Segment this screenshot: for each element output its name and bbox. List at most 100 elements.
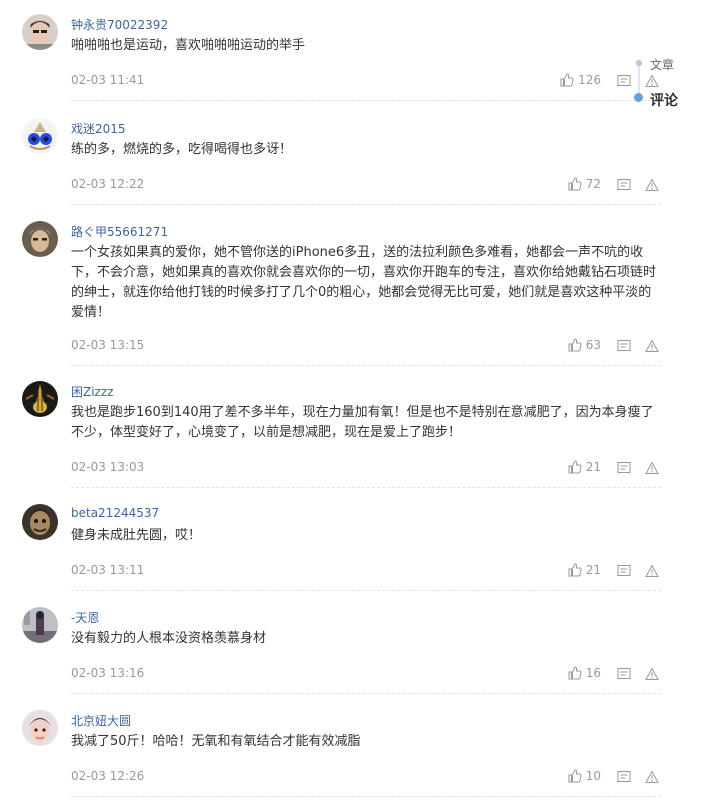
avatar-photo-icon: [22, 221, 58, 257]
like-button[interactable]: 72: [568, 175, 601, 193]
username[interactable]: 戏迷2015: [71, 120, 126, 137]
comment-text: 我也是跑步160到140用了差不多半年，现在力量加有氧！但是也不是特别在意减肥了…: [71, 405, 654, 440]
timestamp: 02-03 13:16: [71, 666, 145, 680]
reply-button[interactable]: [617, 769, 631, 788]
username[interactable]: 北京妞大圆: [71, 712, 131, 729]
thumbs-up-icon: [568, 666, 582, 680]
avatar[interactable]: [22, 607, 58, 643]
comment-item: 路ぐ甲55661271 一个女孩如果真的爱你，她不管你送的iPhone6多丑，送…: [0, 221, 665, 366]
like-count: 72: [585, 177, 601, 191]
comment-icon: [617, 462, 631, 473]
side-nav-line: [638, 63, 640, 97]
warning-icon: [645, 461, 659, 474]
comment-item: 北京妞大圆 我减了50斤！哈哈！无氧和有氧结合才能有效减脂 02-03 12:2…: [0, 710, 665, 797]
thumbs-up-icon: [568, 563, 582, 577]
like-count: 10: [585, 769, 601, 783]
warning-icon: [645, 667, 659, 680]
username[interactable]: 困Zizzz: [71, 383, 113, 400]
comment-meta: 02-03 13:11 21: [71, 561, 661, 591]
comment-meta: 02-03 12:26 10: [71, 767, 661, 797]
thumbs-up-icon: [568, 338, 582, 352]
comment-text: 健身未成肚先圆，哎！: [71, 528, 202, 543]
comment-meta: 02-03 11:41 126: [71, 71, 661, 101]
comment-icon: [617, 340, 631, 351]
report-button[interactable]: [645, 563, 659, 582]
comment-text: 练的多，燃烧的多，吃得喝得也多讶！: [71, 142, 293, 157]
timestamp: 02-03 11:41: [71, 73, 145, 87]
comment-icon: [617, 75, 631, 86]
username[interactable]: -天恩: [71, 609, 99, 626]
comment-icon: [617, 179, 631, 190]
comment-meta: 02-03 12:22 72: [71, 175, 661, 205]
comment-item: 钟永贵70022392 啪啪啪也是运动，喜欢啪啪啪运动的举手 02-03 11:…: [0, 14, 665, 101]
like-count: 21: [585, 563, 601, 577]
username[interactable]: 钟永贵70022392: [71, 16, 168, 33]
comment-meta: 02-03 13:15 63: [71, 336, 661, 366]
thumbs-up-icon: [568, 769, 582, 783]
report-button[interactable]: [645, 338, 659, 357]
reply-button[interactable]: [617, 563, 631, 582]
avatar-photo-icon: [22, 607, 58, 643]
reply-button[interactable]: [617, 73, 631, 92]
like-button[interactable]: 10: [568, 767, 601, 785]
username[interactable]: 路ぐ甲55661271: [71, 223, 168, 240]
avatar-photo-icon: [22, 710, 58, 746]
report-button[interactable]: [645, 177, 659, 196]
comment-item: beta21244537 健身未成肚先圆，哎！ 02-03 13:11 21: [0, 504, 665, 591]
report-button[interactable]: [645, 769, 659, 788]
username[interactable]: beta21244537: [71, 506, 159, 520]
like-button[interactable]: 21: [568, 458, 601, 476]
comment-icon: [617, 668, 631, 679]
timestamp: 02-03 12:22: [71, 177, 145, 191]
avatar[interactable]: [22, 710, 58, 746]
like-button[interactable]: 126: [560, 71, 601, 89]
comment-item: 困Zizzz 我也是跑步160到140用了差不多半年，现在力量加有氧！但是也不是…: [0, 381, 665, 488]
comment-text: 一个女孩如果真的爱你，她不管你送的iPhone6多丑，送的法拉利颜色多难看，她都…: [71, 245, 657, 320]
comment-item: -天恩 没有毅力的人根本没资格羡慕身材 02-03 13:16 16: [0, 607, 665, 694]
avatar[interactable]: [22, 504, 58, 540]
avatar[interactable]: [22, 118, 58, 154]
timestamp: 02-03 12:26: [71, 769, 145, 783]
thumbs-up-icon: [568, 177, 582, 191]
side-nav-dot: [636, 60, 642, 66]
side-nav: 文章 评论: [633, 56, 697, 110]
thumbs-up-icon: [568, 460, 582, 474]
warning-icon: [645, 339, 659, 352]
reply-button[interactable]: [617, 666, 631, 685]
comment-text: 我减了50斤！哈哈！无氧和有氧结合才能有效减脂: [71, 734, 361, 749]
avatar[interactable]: [22, 221, 58, 257]
avatar[interactable]: [22, 381, 58, 417]
thumbs-up-icon: [560, 73, 574, 87]
like-count: 126: [578, 73, 601, 87]
comment-text: 没有毅力的人根本没资格羡慕身材: [71, 631, 267, 646]
like-count: 63: [585, 338, 601, 352]
avatar-photo-icon: [22, 504, 58, 540]
nav-comment-link[interactable]: 评论: [650, 90, 678, 110]
avatar-guitar-icon: [22, 381, 58, 417]
like-count: 21: [585, 460, 601, 474]
comment-text: 啪啪啪也是运动，喜欢啪啪啪运动的举手: [71, 38, 306, 53]
report-button[interactable]: [645, 460, 659, 479]
like-count: 16: [585, 666, 601, 680]
warning-icon: [645, 770, 659, 783]
avatar-blue-earrings-icon: [22, 118, 58, 154]
timestamp: 02-03 13:03: [71, 460, 145, 474]
timestamp: 02-03 13:11: [71, 563, 145, 577]
comment-meta: 02-03 13:16 16: [71, 664, 661, 694]
reply-button[interactable]: [617, 338, 631, 357]
avatar-photo-icon: [22, 14, 58, 50]
warning-icon: [645, 564, 659, 577]
comment-item: 戏迷2015 练的多，燃烧的多，吃得喝得也多讶！ 02-03 12:22 72: [0, 118, 665, 205]
like-button[interactable]: 21: [568, 561, 601, 579]
warning-icon: [645, 178, 659, 191]
report-button[interactable]: [645, 666, 659, 685]
like-button[interactable]: 63: [568, 336, 601, 354]
timestamp: 02-03 13:15: [71, 338, 145, 352]
comment-icon: [617, 565, 631, 576]
comment-icon: [617, 771, 631, 782]
reply-button[interactable]: [617, 460, 631, 479]
like-button[interactable]: 16: [568, 664, 601, 682]
nav-article-link[interactable]: 文章: [650, 56, 674, 73]
reply-button[interactable]: [617, 177, 631, 196]
avatar[interactable]: [22, 14, 58, 50]
